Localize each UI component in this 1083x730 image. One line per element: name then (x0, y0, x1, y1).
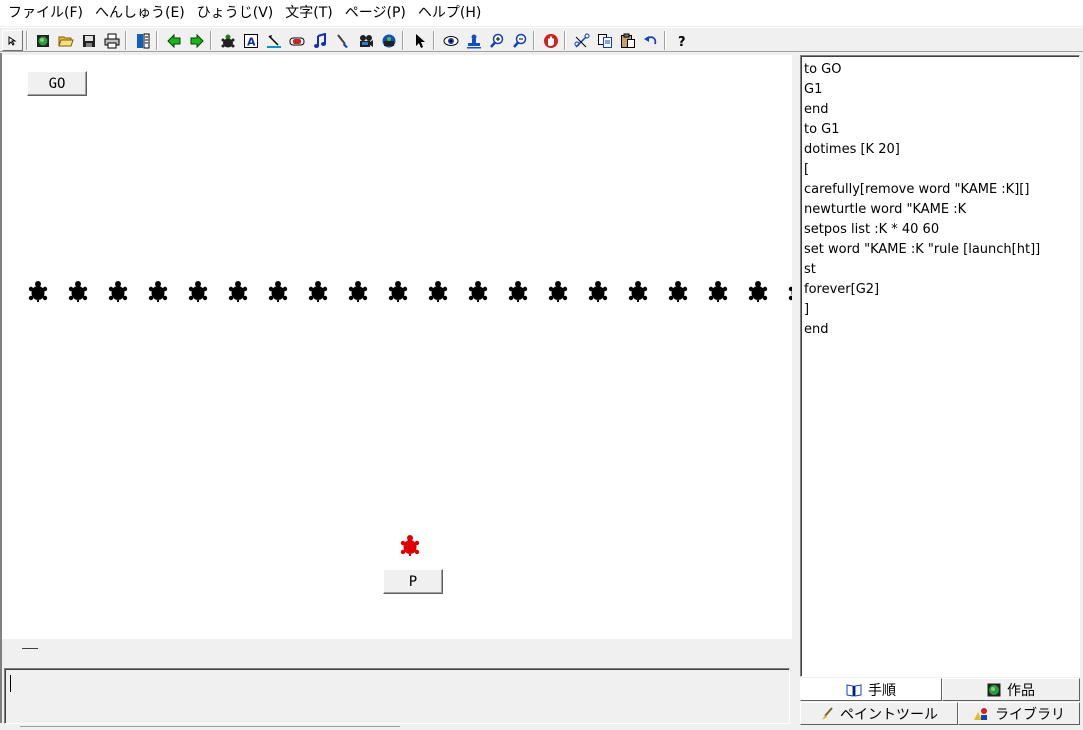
page-list-icon[interactable] (132, 30, 153, 51)
svg-text:?: ? (678, 35, 686, 49)
help-icon[interactable]: ? (671, 30, 692, 51)
new-turtle-icon[interactable] (217, 30, 238, 51)
black-turtle[interactable] (667, 280, 689, 302)
procedure-line: carefully[remove word "KAME :K][] (804, 182, 1030, 197)
black-turtle[interactable] (107, 280, 129, 302)
menu-page[interactable]: ページ(P) (339, 0, 412, 26)
menu-view[interactable]: ひょうじ(V) (191, 0, 280, 26)
procedure-line: end (804, 322, 829, 337)
menu-help[interactable]: ヘルプ(H) (412, 0, 487, 26)
black-turtle[interactable] (267, 280, 289, 302)
black-turtle[interactable] (27, 280, 49, 302)
tab-library[interactable]: ライブラリ (958, 702, 1080, 725)
black-turtle[interactable] (227, 280, 249, 302)
p-button[interactable]: P (383, 569, 443, 594)
zoom-in-icon[interactable] (486, 30, 507, 51)
black-turtle[interactable] (187, 280, 209, 302)
forward-arrow-icon[interactable] (186, 30, 207, 51)
procedure-line: G1 (804, 82, 823, 97)
print-icon[interactable] (101, 30, 122, 51)
black-turtle[interactable] (627, 280, 649, 302)
tab-works[interactable]: 作品 (942, 678, 1080, 701)
black-turtle[interactable] (587, 280, 609, 302)
pointer-icon[interactable] (409, 30, 430, 51)
copy-icon[interactable] (594, 30, 615, 51)
procedure-line: [ (804, 162, 810, 177)
black-turtle[interactable] (547, 280, 569, 302)
text-caret (10, 675, 11, 692)
menu-bar: ファイル(F) へんしゅう(E) ひょうじ(V) 文字(T) ページ(P) ヘル… (0, 0, 1083, 26)
procedure-line: setpos list :K * 40 60 (804, 222, 940, 237)
tab-paint-label: ペイントツール (840, 706, 938, 723)
horizontal-scroll-edge (20, 726, 400, 730)
stamp-icon[interactable] (463, 30, 484, 51)
toolbar: A ? (0, 27, 1083, 52)
text-box-icon[interactable]: A (240, 30, 261, 51)
button-icon[interactable] (286, 30, 307, 51)
eye-icon[interactable] (440, 30, 461, 51)
zoom-out-icon[interactable] (509, 30, 530, 51)
music-icon[interactable] (309, 30, 330, 51)
shapes-icon (973, 707, 989, 721)
procedure-line: newturtle word "KAME :K (804, 202, 967, 217)
menu-text[interactable]: 文字(T) (279, 0, 338, 26)
black-turtle[interactable] (507, 280, 529, 302)
command-center-input[interactable] (4, 668, 790, 724)
go-button[interactable]: GO (27, 71, 87, 96)
page-canvas[interactable]: GO P (2, 55, 792, 639)
back-arrow-icon[interactable] (163, 30, 184, 51)
procedure-line: end (804, 102, 829, 117)
save-icon[interactable] (78, 30, 99, 51)
procedure-line: dotimes [K 20] (804, 142, 900, 157)
brush-icon (820, 706, 834, 721)
book-icon (846, 683, 862, 697)
procedure-line: forever[G2] (804, 282, 880, 297)
tab-procedures-label: 手順 (868, 682, 896, 699)
tab-works-label: 作品 (1007, 682, 1035, 699)
tab-library-label: ライブラリ (995, 706, 1065, 723)
procedure-line: st (804, 262, 816, 277)
globe-icon (987, 683, 1001, 697)
procedures-editor[interactable]: to GO G1 end to G1 dotimes [K 20] [ care… (800, 55, 1080, 677)
status-dash (22, 648, 38, 649)
stop-hand-icon[interactable] (540, 30, 561, 51)
paint-brush-icon[interactable] (332, 30, 353, 51)
cursor-small-icon[interactable] (2, 30, 23, 51)
slider-icon[interactable] (263, 30, 284, 51)
cut-icon[interactable] (571, 30, 592, 51)
paste-icon[interactable] (617, 30, 638, 51)
svg-text:A: A (247, 35, 256, 48)
black-turtle[interactable] (427, 280, 449, 302)
menu-edit[interactable]: へんしゅう(E) (89, 0, 191, 26)
red-turtle[interactable] (399, 534, 421, 556)
black-turtle[interactable] (307, 280, 329, 302)
tab-paint[interactable]: ペイントツール (800, 702, 958, 725)
procedure-line: set word "KAME :K "rule [launch[ht]] (804, 242, 1041, 257)
undo-icon[interactable] (640, 30, 661, 51)
black-turtle[interactable] (707, 280, 729, 302)
open-folder-icon[interactable] (55, 30, 76, 51)
tab-procedures[interactable]: 手順 (800, 678, 942, 701)
procedure-line: ] (804, 302, 810, 317)
movie-icon[interactable] (355, 30, 376, 51)
status-strip (2, 639, 792, 665)
black-turtle[interactable] (67, 280, 89, 302)
procedure-line: to G1 (804, 122, 840, 137)
black-turtle[interactable] (347, 280, 369, 302)
microworlds-window: ファイル(F) へんしゅう(E) ひょうじ(V) 文字(T) ページ(P) ヘル… (0, 0, 1083, 730)
new-page-icon[interactable] (32, 30, 53, 51)
black-turtle[interactable] (147, 280, 169, 302)
menu-file[interactable]: ファイル(F) (2, 0, 89, 26)
black-turtle[interactable] (747, 280, 769, 302)
panel-splitter[interactable] (792, 53, 800, 730)
record-icon[interactable] (378, 30, 399, 51)
black-turtle[interactable] (387, 280, 409, 302)
procedure-line: to GO (804, 62, 842, 77)
black-turtle[interactable] (467, 280, 489, 302)
